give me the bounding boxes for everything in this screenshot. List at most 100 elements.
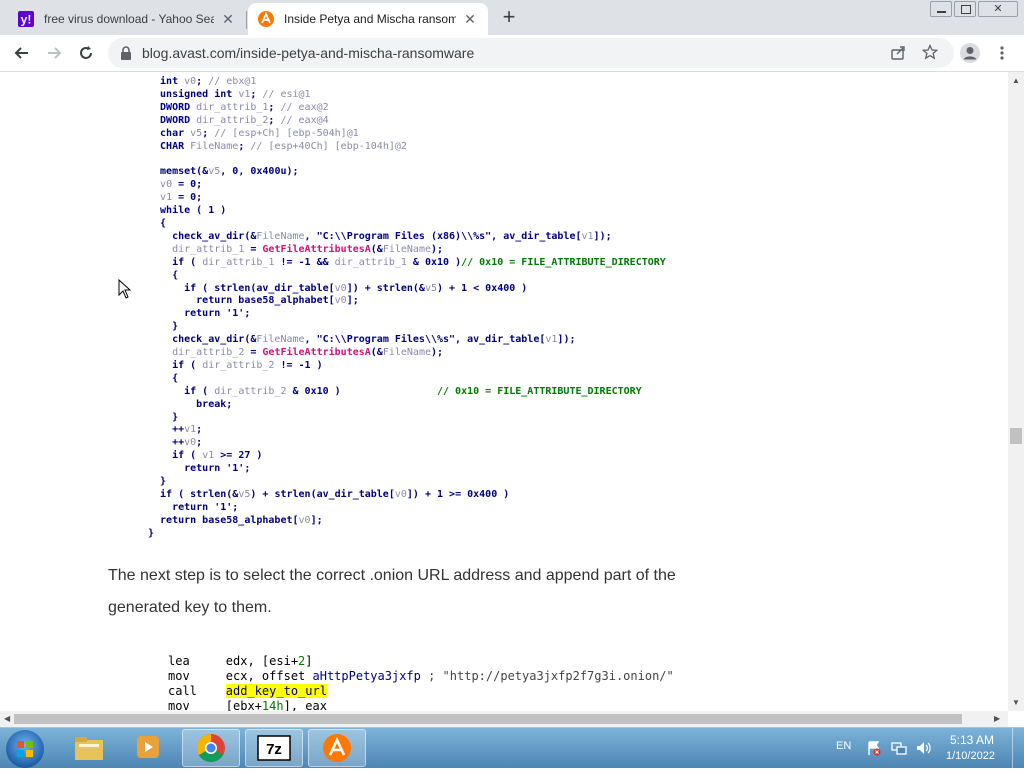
code-line: call add_key_to_url <box>168 684 327 698</box>
language-indicator[interactable]: EN <box>836 740 851 752</box>
code-line: lea edx, [esi+2] <box>168 654 313 668</box>
code-line: return base58_alphabet[v0]; <box>148 514 323 526</box>
vertical-scrollbar[interactable]: ▲ ▼ <box>1008 72 1024 711</box>
volume-icon[interactable] <box>915 740 931 761</box>
clock-time[interactable]: 5:13 AM <box>950 733 994 747</box>
code-line: char v5; // [esp+Ch] [ebp-504h]@1 <box>148 127 359 139</box>
share-icon[interactable] <box>890 45 906 66</box>
mouse-pointer-icon <box>118 278 132 304</box>
code-line: } <box>160 476 167 488</box>
code-line: if ( v1 >= 27 ) <box>148 450 263 462</box>
article-paragraph: The next step is to select the correct .… <box>108 567 676 616</box>
profile-button[interactable] <box>958 41 982 65</box>
chrome-icon <box>197 734 225 762</box>
code-line: break; <box>196 398 233 410</box>
forward-arrow-icon <box>48 47 62 59</box>
code-line: while ( 1 ) <box>160 205 227 217</box>
scroll-right-arrow-icon[interactable]: ▶ <box>994 714 1000 723</box>
code-line: if ( strlen(&v5) + strlen(av_dir_table[v… <box>148 489 510 500</box>
code-line: int v0; // ebx@1 <box>148 76 257 87</box>
page-content: int v0; // ebx@1 unsigned int v1; // esi… <box>0 72 1008 711</box>
close-icon: ✕ <box>993 3 1003 15</box>
code-line: return '1'; <box>172 501 239 513</box>
assembly-code-block: lea edx, [esi+2] mov ecx, offset aHttpPe… <box>168 654 674 711</box>
code-line: mov [ebx+14h], eax <box>168 699 327 711</box>
svg-text:y!: y! <box>21 13 32 27</box>
code-line: if ( dir_attrib_2 != -1 ) <box>148 359 323 371</box>
code-line: return base58_alphabet[v0]; <box>148 295 359 307</box>
avatar-icon <box>960 43 980 63</box>
folder-icon <box>75 737 103 760</box>
code-line: DWORD dir_attrib_2; // eax@4 <box>148 114 329 126</box>
back-button[interactable] <box>10 41 34 65</box>
code-line: v1 = 0; <box>160 192 203 204</box>
code-line: memset(&v5, 0, 0x400u); <box>148 166 299 178</box>
code-line: mov ecx, offset aHttpPetya3jxfp ; "http:… <box>168 669 674 683</box>
taskbar-chrome[interactable] <box>182 729 240 767</box>
code-line: check_av_dir(&FileName, "C:\\Program Fil… <box>148 334 576 346</box>
reload-icon <box>80 46 92 59</box>
close-window-button[interactable]: ✕ <box>978 1 1018 17</box>
code-line: return '1'; <box>184 308 251 320</box>
address-bar[interactable]: blog.avast.com/inside-petya-and-mischa-r… <box>108 38 954 68</box>
browser-toolbar: blog.avast.com/inside-petya-and-mischa-r… <box>0 35 1024 72</box>
menu-button[interactable] <box>990 41 1014 65</box>
yahoo-icon: y! <box>18 11 34 27</box>
windows-taskbar: 7z EN 5:13 AM 1/10/2022 <box>0 727 1024 768</box>
code-line: ++v1; <box>148 424 203 436</box>
taskbar-media-player[interactable] <box>120 729 178 767</box>
avast-icon <box>323 734 351 762</box>
scroll-down-arrow-icon[interactable]: ▼ <box>1012 698 1020 707</box>
show-desktop-button[interactable] <box>1012 728 1024 768</box>
minimize-icon <box>937 11 946 13</box>
tab-yahoo-search[interactable]: y! free virus download - Yahoo Search ✕ <box>8 3 246 35</box>
scroll-up-arrow-icon[interactable]: ▲ <box>1012 76 1020 85</box>
code-line: { <box>172 269 179 281</box>
tab-title: free virus download - Yahoo Search <box>44 12 214 26</box>
code-line: check_av_dir(&FileName, "C:\\Program Fil… <box>148 230 612 242</box>
clock-date[interactable]: 1/10/2022 <box>946 750 995 762</box>
bookmark-star-icon[interactable] <box>921 43 939 65</box>
new-tab-button[interactable]: + <box>498 6 520 29</box>
code-line: if ( dir_attrib_2 & 0x10 ) // 0x10 = FIL… <box>148 385 642 397</box>
media-player-icon <box>137 736 159 758</box>
restore-icon <box>961 5 971 14</box>
horizontal-scrollbar[interactable]: ◀ ▶ <box>0 711 1008 727</box>
tab-title: Inside Petya and Mischa ransomware <box>284 12 456 26</box>
tab-avast-blog[interactable]: Inside Petya and Mischa ransomware ✕ <box>248 3 488 35</box>
code-line: ++v0; <box>148 437 203 449</box>
code-line: v0 = 0; <box>160 179 203 191</box>
decompiled-code-block: int v0; // ebx@1 unsigned int v1; // esi… <box>148 76 666 541</box>
code-line: } <box>172 321 179 333</box>
close-tab-icon[interactable]: ✕ <box>220 11 236 27</box>
tab-strip: y! free virus download - Yahoo Search ✕ … <box>0 0 1024 35</box>
code-line: if ( dir_attrib_1 != -1 && dir_attrib_1 … <box>148 256 666 268</box>
network-icon[interactable] <box>891 740 907 761</box>
tab-separator <box>246 11 247 29</box>
code-line: dir_attrib_2 = GetFileAttributesA(&FileN… <box>172 347 444 359</box>
forward-button[interactable] <box>42 41 66 65</box>
taskbar-file-explorer[interactable] <box>60 729 118 767</box>
scroll-left-arrow-icon[interactable]: ◀ <box>4 714 10 723</box>
start-button[interactable] <box>6 730 44 768</box>
code-line: { <box>172 372 179 384</box>
code-line: } <box>172 411 179 423</box>
action-center-flag-icon[interactable] <box>866 740 882 761</box>
reload-button[interactable] <box>74 41 98 65</box>
code-line: CHAR FileName; // [esp+40Ch] [ebp-104h]@… <box>148 140 407 152</box>
avast-icon <box>258 11 274 27</box>
restore-button[interactable] <box>954 1 976 17</box>
code-line: if ( strlen(av_dir_table[v0]) + strlen(&… <box>148 282 528 294</box>
back-arrow-icon <box>14 47 28 59</box>
scrollbar-thumb[interactable] <box>1010 428 1022 444</box>
code-line: dir_attrib_1 = GetFileAttributesA(&FileN… <box>172 243 444 255</box>
taskbar-avast[interactable] <box>308 729 366 767</box>
minimize-button[interactable] <box>930 1 952 17</box>
code-line: } <box>148 527 155 539</box>
kebab-menu-icon <box>1000 46 1004 60</box>
code-line: unsigned int v1; // esi@1 <box>148 88 311 100</box>
close-tab-icon[interactable]: ✕ <box>462 11 478 27</box>
taskbar-7zip[interactable]: 7z <box>245 729 303 767</box>
code-line: DWORD dir_attrib_1; // eax@2 <box>148 101 329 113</box>
scrollbar-thumb[interactable] <box>14 714 962 724</box>
